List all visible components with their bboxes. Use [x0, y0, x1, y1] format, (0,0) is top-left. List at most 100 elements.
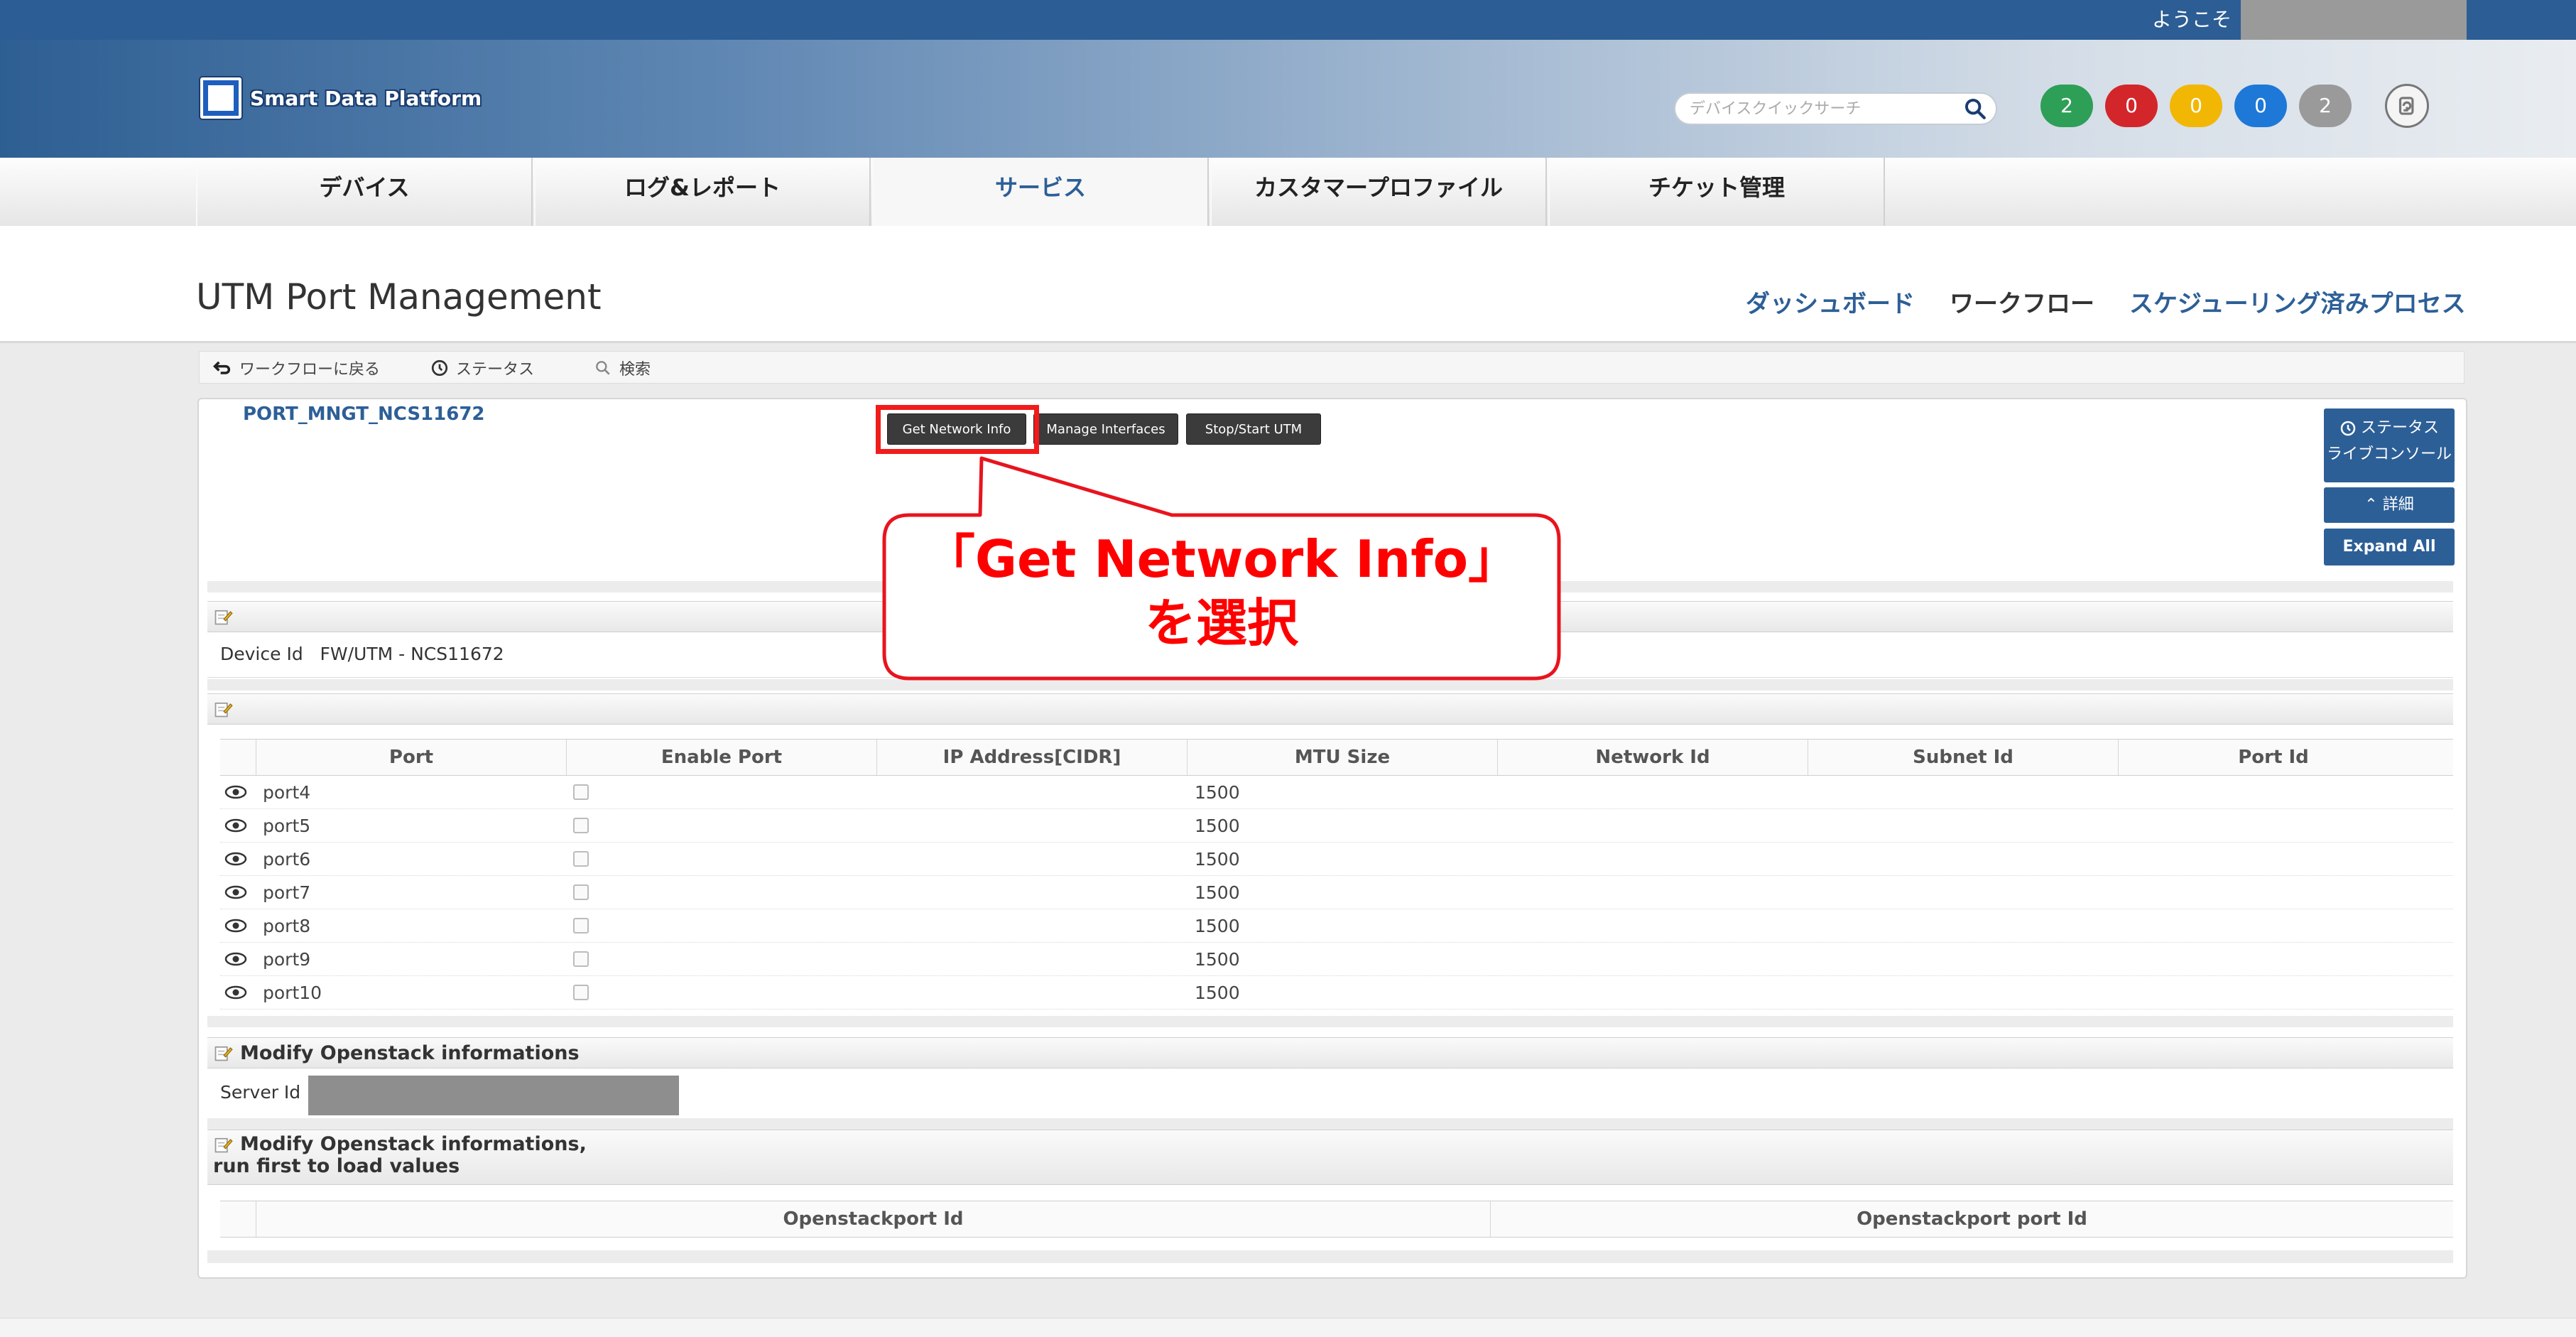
col-subnet-id[interactable]: Subnet Id: [1808, 740, 2118, 775]
mtu-value: 1500: [1195, 782, 1240, 803]
mtu-value: 1500: [1195, 816, 1240, 836]
device-id-label: Device Id: [220, 644, 303, 664]
eye-icon[interactable]: [224, 818, 247, 833]
openstack-ports-title-line1: Modify Openstack informations,: [240, 1133, 587, 1155]
enable-port-checkbox[interactable]: [573, 985, 589, 1000]
eye-icon[interactable]: [224, 918, 247, 933]
mtu-value: 1500: [1195, 849, 1240, 870]
stop-start-utm-button[interactable]: Stop/Start UTM: [1186, 413, 1321, 445]
port-name: port8: [263, 916, 311, 936]
scheduled-processes-link[interactable]: スケジューリング済みプロセス: [2129, 284, 2466, 319]
eye-icon[interactable]: [224, 951, 247, 967]
mtu-value: 1500: [1195, 916, 1240, 936]
status-badge-green[interactable]: 2: [2040, 85, 2093, 127]
title-bar: UTM Port Management ダッシュボード ワークフロー スケジュー…: [0, 226, 2576, 343]
enable-port-checkbox[interactable]: [573, 818, 589, 833]
enable-port-checkbox[interactable]: [573, 851, 589, 867]
openstack-section-title: Modify Openstack informations: [240, 1041, 580, 1064]
logo-text: Smart Data Platform: [250, 86, 482, 110]
refresh-icon[interactable]: [2385, 84, 2429, 128]
search-button[interactable]: 検索: [594, 352, 651, 384]
search-label: 検索: [619, 361, 651, 379]
manage-interfaces-button[interactable]: Manage Interfaces: [1033, 413, 1178, 445]
ports-table-header: Port Enable Port IP Address[CIDR] MTU Si…: [220, 739, 2453, 776]
col-openstackport-port-id[interactable]: Openstackport port Id: [1490, 1201, 2453, 1237]
edit-note-icon: [214, 702, 233, 718]
logo[interactable]: Smart Data Platform: [200, 77, 482, 119]
expand-all-button[interactable]: Expand All: [2324, 529, 2455, 565]
dashboard-link[interactable]: ダッシュボード: [1746, 284, 1915, 319]
col-port[interactable]: Port: [256, 740, 566, 775]
back-to-workflow-button[interactable]: ワークフローに戻る: [212, 352, 380, 384]
col-mtu-size[interactable]: MTU Size: [1187, 740, 1497, 775]
status-badge-grey[interactable]: 2: [2299, 85, 2352, 127]
enable-port-checkbox[interactable]: [573, 784, 589, 800]
eye-icon[interactable]: [224, 884, 247, 900]
table-row: port8 1500: [220, 909, 2453, 943]
edit-note-icon: [214, 610, 233, 625]
back-label: ワークフローに戻る: [239, 361, 381, 379]
col-ip-address[interactable]: IP Address[CIDR]: [876, 740, 1187, 775]
search-icon[interactable]: [1963, 97, 1987, 121]
status-badge-blue[interactable]: 0: [2234, 85, 2287, 127]
live-console-button[interactable]: ライブコンソール: [2324, 445, 2455, 480]
nav-tab-devices[interactable]: デバイス: [196, 158, 533, 226]
eye-icon[interactable]: [224, 784, 247, 800]
openstack-table-header: Openstackport Id Openstackport port Id: [220, 1201, 2453, 1238]
server-id-redacted: [308, 1076, 679, 1115]
openstack-section-header: Modify Openstack informations: [207, 1037, 2453, 1068]
status-label: ステータス: [456, 361, 535, 379]
ports-section-header: [207, 693, 2453, 725]
table-row: port9 1500: [220, 943, 2453, 976]
process-name[interactable]: PORT_MNGT_NCS11672: [243, 404, 485, 425]
side-status-label: ステータス: [2360, 419, 2439, 437]
eye-icon[interactable]: [224, 851, 247, 867]
welcome-text: ようこそ: [2152, 8, 2232, 31]
col-enable-port[interactable]: Enable Port: [566, 740, 876, 775]
device-quick-search[interactable]: [1674, 92, 1997, 125]
enable-port-checkbox[interactable]: [573, 918, 589, 933]
callout-text: 「Get Network Info」 を選択: [888, 527, 1555, 655]
port-name: port9: [263, 949, 311, 970]
mtu-value: 1500: [1195, 983, 1240, 1003]
magnifier-icon: [596, 361, 610, 375]
details-toggle-button[interactable]: ⌃ 詳細: [2324, 487, 2455, 523]
section-separator: [207, 1118, 2453, 1130]
server-id-label: Server Id: [220, 1082, 301, 1103]
device-id-field: Device Id FW/UTM - NCS11672: [220, 644, 504, 664]
process-toolbar: ワークフローに戻る ステータス 検索: [199, 351, 2464, 384]
section-separator: [207, 1250, 2453, 1263]
side-status-button[interactable]: ステータス ライブコンソール: [2324, 408, 2455, 482]
logo-square-icon: [200, 77, 241, 119]
status-badge-yellow[interactable]: 0: [2170, 85, 2222, 127]
mtu-value: 1500: [1195, 949, 1240, 970]
chevron-up-icon: ⌃: [2364, 496, 2378, 514]
status-badge-red[interactable]: 0: [2105, 85, 2158, 127]
back-arrow-icon: [213, 361, 231, 374]
table-row: port4 1500: [220, 776, 2453, 809]
col-port-id[interactable]: Port Id: [2118, 740, 2428, 775]
nav-tab-ticket-management[interactable]: チケット管理: [1548, 158, 1885, 226]
nav-tab-services[interactable]: サービス: [872, 158, 1209, 226]
section-separator: [207, 1016, 2453, 1027]
port-name: port10: [263, 983, 322, 1003]
status-button[interactable]: ステータス: [430, 352, 534, 384]
col-network-id[interactable]: Network Id: [1497, 740, 1808, 775]
col-openstackport-id[interactable]: Openstackport Id: [256, 1201, 1490, 1237]
port-name: port6: [263, 849, 311, 870]
nav-tab-customer-profile[interactable]: カスタマープロファイル: [1210, 158, 1547, 226]
edit-note-icon: [214, 1137, 233, 1152]
enable-port-checkbox[interactable]: [573, 884, 589, 900]
eye-icon[interactable]: [224, 985, 247, 1000]
user-name-redacted[interactable]: [2241, 0, 2467, 40]
search-input[interactable]: [1690, 99, 1963, 118]
port-name: port4: [263, 782, 311, 803]
port-name: port5: [263, 816, 311, 836]
enable-port-checkbox[interactable]: [573, 951, 589, 967]
details-label: 詳細: [2382, 496, 2414, 514]
main-nav: デバイス ログ&レポート サービス カスタマープロファイル チケット管理: [0, 158, 2576, 226]
workflow-link[interactable]: ワークフロー: [1950, 284, 2094, 319]
nav-tab-logs-reports[interactable]: ログ&レポート: [534, 158, 871, 226]
table-row: port7 1500: [220, 876, 2453, 909]
port-name: port7: [263, 882, 311, 903]
